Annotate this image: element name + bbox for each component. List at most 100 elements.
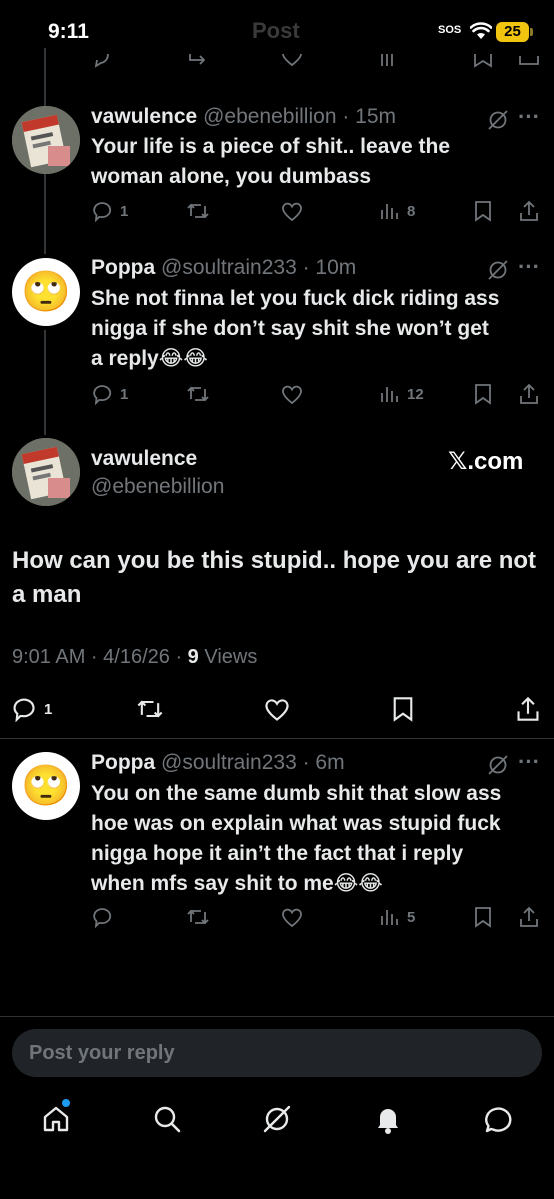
reply-header: Poppa @soultrain233 · 10m xyxy=(91,256,356,280)
reply-text-line: a reply😂😂 xyxy=(91,347,208,370)
avatar-emoji: 🙄 xyxy=(21,270,71,314)
author-handle-time[interactable]: @soultrain233 · 10m xyxy=(161,256,356,279)
reply-icon xyxy=(94,54,109,68)
share-icon[interactable] xyxy=(518,200,540,222)
more-icon[interactable]: ··· xyxy=(518,104,540,130)
views-count: 9 xyxy=(187,646,199,668)
author-name[interactable]: Poppa xyxy=(91,256,155,279)
reply-text-line: Your life is a piece of shit.. leave the xyxy=(91,135,451,158)
grok-icon[interactable] xyxy=(486,108,510,132)
reply-button[interactable]: 1 xyxy=(92,200,128,222)
bookmark-icon[interactable] xyxy=(390,696,416,722)
reply-icon xyxy=(93,385,112,405)
repost-button[interactable] xyxy=(186,200,210,222)
sos-indicator: SOS xyxy=(438,24,462,36)
battery-level: 25 xyxy=(496,22,529,42)
bookmark-icon[interactable] xyxy=(472,383,494,405)
views-count: 12 xyxy=(407,385,424,403)
page-title: Post xyxy=(252,18,300,43)
battery-tip xyxy=(530,28,533,36)
reply-count: 1 xyxy=(120,385,129,403)
like-button[interactable] xyxy=(280,906,304,928)
like-button[interactable] xyxy=(280,200,304,222)
like-button[interactable] xyxy=(280,383,304,405)
author-handle-time[interactable]: @ebenebillion · 15m xyxy=(203,105,396,128)
grok-icon[interactable] xyxy=(486,753,510,777)
views-icon xyxy=(381,910,398,925)
avatar[interactable] xyxy=(12,106,80,174)
more-icon[interactable]: ··· xyxy=(518,749,540,775)
reply-input[interactable]: Post your reply xyxy=(12,1029,542,1077)
avatar[interactable] xyxy=(12,438,80,506)
reply-icon xyxy=(93,202,112,222)
grok-icon[interactable] xyxy=(261,1103,293,1135)
status-time: 9:11 xyxy=(48,20,89,43)
views-button[interactable]: 8 xyxy=(379,200,415,222)
like-icon xyxy=(282,202,302,222)
thread-line xyxy=(44,48,46,106)
thread-line xyxy=(44,330,46,435)
like-icon xyxy=(282,385,302,405)
source-watermark: 𝕏.com xyxy=(448,448,524,475)
share-icon[interactable] xyxy=(515,696,541,722)
reply-text-line: when mfs say shit to me😂😂 xyxy=(91,872,383,895)
author-handle-time[interactable]: @soultrain233 · 6m xyxy=(161,751,345,774)
post-meta: 9:01 AM · 4/16/26 · 9 Views xyxy=(12,646,257,669)
reply-button[interactable]: 1 xyxy=(12,696,52,722)
author-name[interactable]: vawulence xyxy=(91,447,197,471)
messages-icon[interactable] xyxy=(482,1103,514,1135)
views-button[interactable]: 5 xyxy=(379,906,415,928)
reply-button[interactable] xyxy=(92,906,114,928)
reply-text-line: She not finna let you fuck dick riding a… xyxy=(91,287,500,310)
reply-count: 1 xyxy=(120,202,129,220)
views-icon xyxy=(381,387,398,402)
avatar[interactable]: 🙄 xyxy=(12,752,80,820)
reply-text: You on the same dumb shit that slow ass … xyxy=(91,779,546,899)
share-icon[interactable] xyxy=(518,906,540,928)
reply-text: Your life is a piece of shit.. leave the… xyxy=(91,132,541,192)
grok-icon[interactable] xyxy=(486,258,510,282)
search-icon[interactable] xyxy=(151,1103,183,1135)
reply-header: Poppa @soultrain233 · 6m xyxy=(91,751,345,775)
repost-icon xyxy=(187,203,209,219)
reply-header: vawulence @ebenebillion · 15m xyxy=(91,105,396,129)
reply-button[interactable]: 1 xyxy=(92,383,128,405)
author-name[interactable]: Poppa xyxy=(91,751,155,774)
thread-line xyxy=(44,174,46,254)
views-label: Views xyxy=(198,646,258,668)
like-icon xyxy=(282,54,302,67)
more-icon[interactable]: ··· xyxy=(518,254,540,280)
reply-text-line: woman alone, you dumbass xyxy=(91,165,372,188)
views-icon xyxy=(381,204,398,219)
views-icon xyxy=(381,54,393,66)
bookmark-icon[interactable] xyxy=(472,906,494,928)
repost-icon[interactable] xyxy=(136,696,164,722)
post-text: How can you be this stupid.. hope you ar… xyxy=(12,547,537,608)
share-icon[interactable] xyxy=(518,383,540,405)
reply-text-line: nigga hope it ain’t the fact that i repl… xyxy=(91,842,464,865)
repost-button[interactable] xyxy=(186,383,210,405)
reply-text-line: hoe was on explain what was stupid fuck xyxy=(91,812,501,835)
reply-icon xyxy=(93,908,112,928)
divider xyxy=(0,1016,554,1017)
repost-icon xyxy=(187,909,209,925)
previous-actions-clipped xyxy=(0,48,554,74)
author-name[interactable]: vawulence xyxy=(91,105,197,128)
bookmark-icon[interactable] xyxy=(472,200,494,222)
avatar[interactable]: 🙄 xyxy=(12,258,80,326)
reply-count: 1 xyxy=(44,700,53,718)
views-button[interactable]: 12 xyxy=(379,383,424,405)
notifications-icon[interactable] xyxy=(372,1103,404,1135)
avatar-emoji: 🙄 xyxy=(21,764,71,808)
home-icon[interactable] xyxy=(40,1103,72,1135)
views-count: 5 xyxy=(407,908,416,926)
share-icon xyxy=(519,56,539,65)
reply-text-line: nigga if she don’t say shit she won’t ge… xyxy=(91,317,489,340)
post-timestamp[interactable]: 9:01 AM · 4/16/26 · xyxy=(12,646,188,668)
repost-icon xyxy=(187,386,209,402)
reply-text: She not finna let you fuck dick riding a… xyxy=(91,284,546,374)
author-handle[interactable]: @ebenebillion xyxy=(91,475,224,499)
views-count: 8 xyxy=(407,202,416,220)
repost-button[interactable] xyxy=(186,906,210,928)
like-icon[interactable] xyxy=(263,696,291,722)
